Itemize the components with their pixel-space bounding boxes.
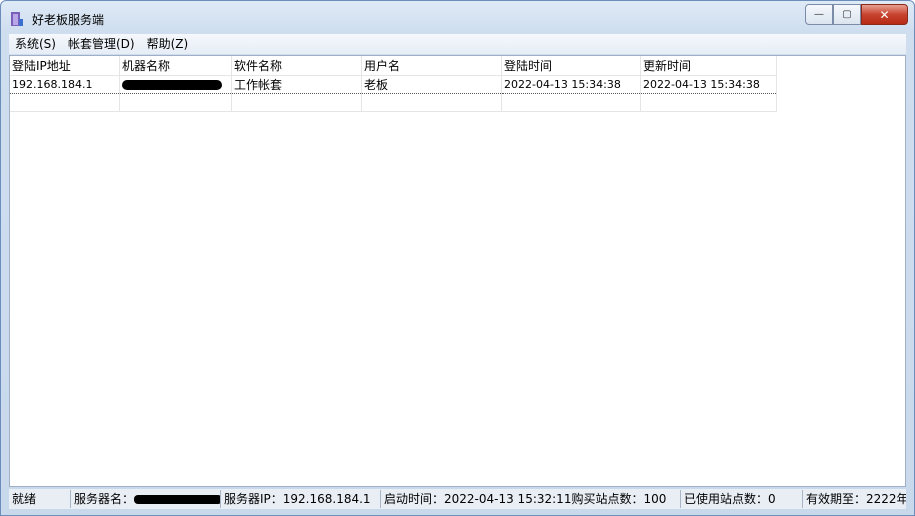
menu-system[interactable]: 系统(S) bbox=[9, 34, 62, 54]
maximize-icon: ▢ bbox=[842, 9, 852, 20]
window-title: 好老板服务端 bbox=[32, 13, 105, 27]
app-window: 好老板服务端 — ▢ ✕ 系统(S) 帐套管理(D) 帮助(Z) 登陆IP地址 … bbox=[0, 0, 915, 516]
maximize-button[interactable]: ▢ bbox=[833, 4, 861, 25]
title-bar[interactable]: 好老板服务端 — ▢ ✕ bbox=[1, 1, 914, 33]
minimize-icon: — bbox=[814, 9, 824, 20]
menu-bar: 系统(S) 帐套管理(D) 帮助(Z) bbox=[9, 34, 906, 54]
status-server-name: 服务器名： bbox=[71, 490, 221, 508]
col-header-ip[interactable]: 登陆IP地址 bbox=[10, 56, 120, 76]
status-server-ip: 服务器IP：192.168.184.1 bbox=[221, 490, 381, 508]
table-row-empty bbox=[10, 93, 777, 112]
close-icon: ✕ bbox=[879, 7, 890, 22]
close-button[interactable]: ✕ bbox=[861, 4, 908, 25]
session-list[interactable]: 登陆IP地址 机器名称 软件名称 用户名 登陆时间 更新时间 192.168.1… bbox=[9, 55, 906, 487]
cell-update-time: 2022-04-13 15:34:38 bbox=[640, 75, 777, 94]
status-server-name-label: 服务器名： bbox=[74, 492, 135, 506]
cell-machine bbox=[119, 75, 232, 94]
menu-account-set[interactable]: 帐套管理(D) bbox=[62, 34, 141, 54]
status-used-seats: 已使用站点数：0 bbox=[681, 490, 803, 508]
redacted-machine-name bbox=[122, 80, 222, 90]
cell-user: 老板 bbox=[361, 75, 502, 94]
cell-ip: 192.168.184.1 bbox=[10, 75, 120, 94]
col-header-update-time[interactable]: 更新时间 bbox=[640, 56, 777, 76]
cell-login-time: 2022-04-13 15:34:38 bbox=[501, 75, 641, 94]
status-bar: 就绪 服务器名： 服务器IP：192.168.184.1 启动时间：2022-0… bbox=[9, 489, 906, 509]
caption-buttons: — ▢ ✕ bbox=[805, 4, 908, 25]
app-icon bbox=[11, 12, 23, 26]
status-purchased-seats: 购买站点数：100 bbox=[571, 492, 667, 506]
col-header-user[interactable]: 用户名 bbox=[361, 56, 502, 76]
redacted-server-name bbox=[134, 495, 220, 504]
col-header-machine[interactable]: 机器名称 bbox=[119, 56, 232, 76]
status-ready: 就绪 bbox=[9, 490, 71, 508]
status-expiry: 有效期至：2222年 bbox=[806, 492, 906, 506]
status-start-purchased: 启动时间：2022-04-13 15:32:11购买站点数：100 bbox=[381, 490, 681, 508]
table-row[interactable]: 192.168.184.1 工作帐套 老板 2022-04-13 15:34:3… bbox=[10, 75, 777, 94]
session-table: 登陆IP地址 机器名称 软件名称 用户名 登陆时间 更新时间 192.168.1… bbox=[10, 56, 777, 112]
col-header-login-time[interactable]: 登陆时间 bbox=[501, 56, 641, 76]
menu-help[interactable]: 帮助(Z) bbox=[141, 34, 195, 54]
minimize-button[interactable]: — bbox=[805, 4, 833, 25]
status-start-time: 启动时间：2022-04-13 15:32:11 bbox=[384, 492, 572, 506]
table-header-row: 登陆IP地址 机器名称 软件名称 用户名 登陆时间 更新时间 bbox=[10, 56, 777, 76]
cell-software: 工作帐套 bbox=[231, 75, 362, 94]
col-header-software[interactable]: 软件名称 bbox=[231, 56, 362, 76]
